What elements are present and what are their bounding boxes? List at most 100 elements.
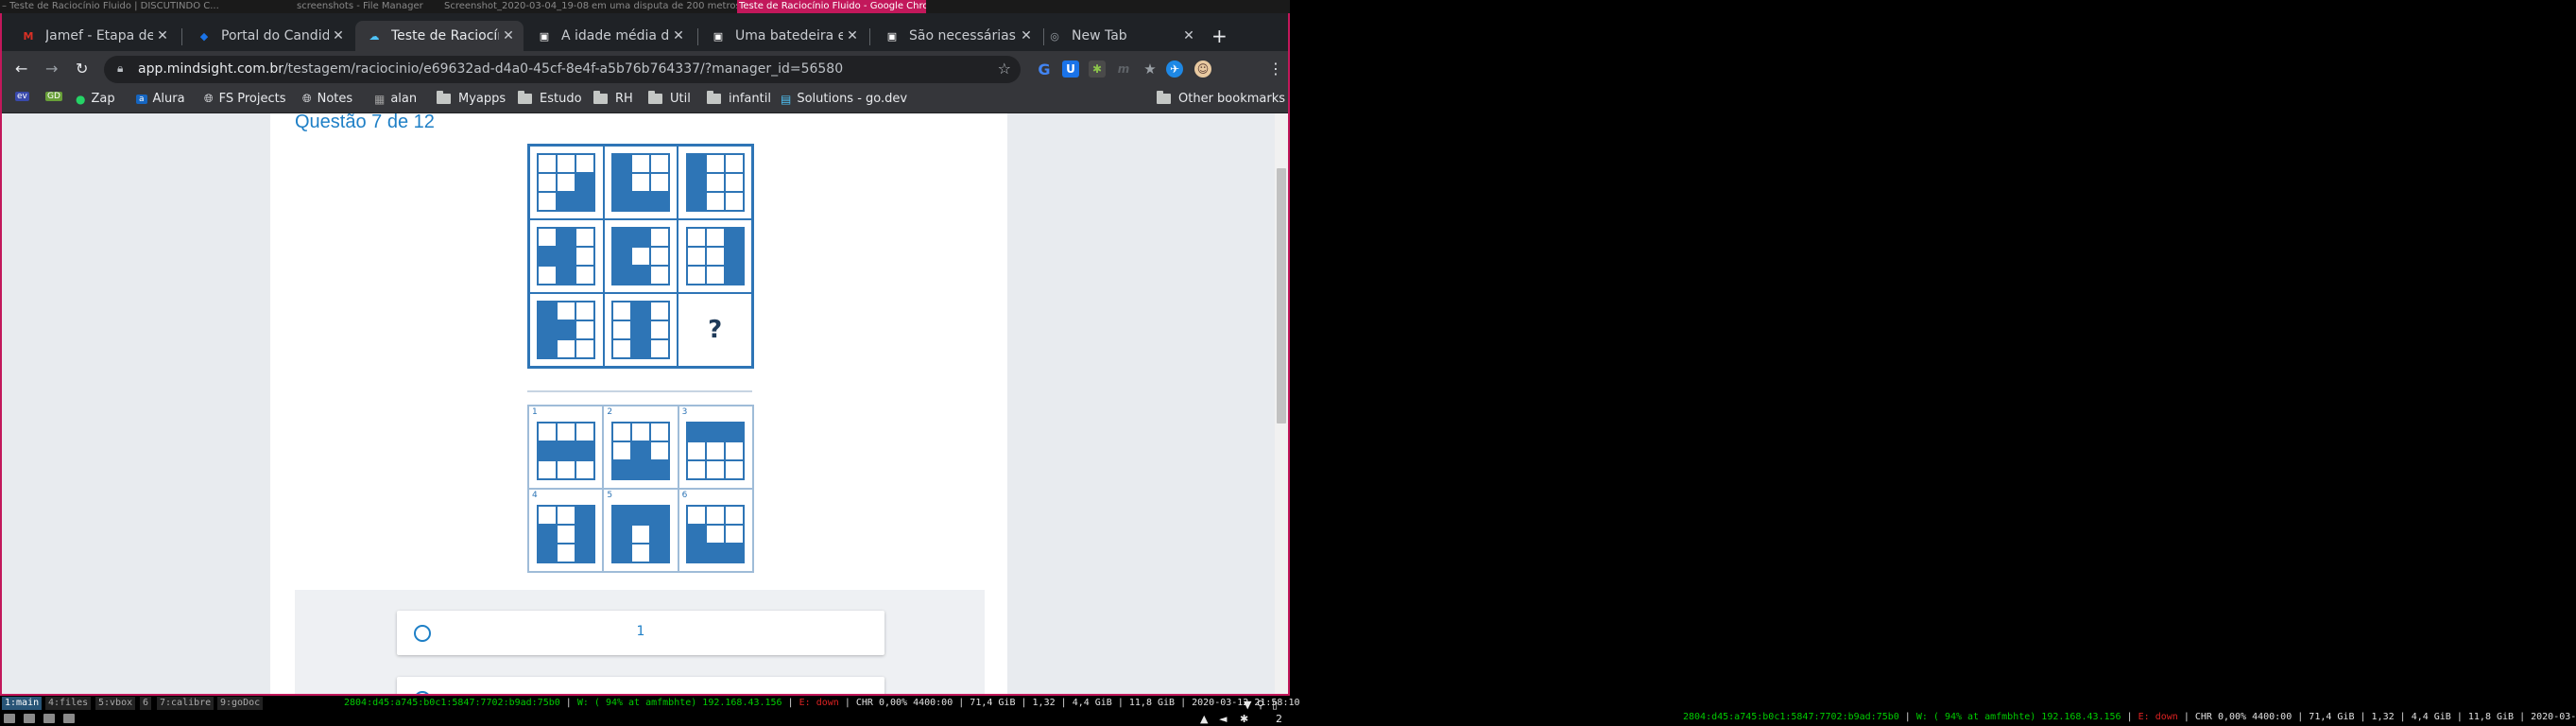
option-figure-cell[interactable]: 3 [678, 406, 753, 489]
tab[interactable]: ▣ São necessárias 3,2 ✕ [873, 21, 1041, 51]
page-content: Questão 7 de 12 ? 1 2 3 4 5 6 1 [2, 113, 1288, 694]
close-icon[interactable]: ✕ [843, 28, 862, 43]
google-icon[interactable]: G [1036, 60, 1053, 78]
app-icon[interactable] [63, 714, 75, 723]
battery-icon[interactable]: ▯ [1272, 699, 1278, 711]
answer-option[interactable]: 1 [397, 611, 884, 655]
bookmark-star-icon[interactable]: ☆ [998, 60, 1011, 78]
tab-active[interactable]: ☁ Teste de Raciocínio ✕ [355, 21, 524, 51]
workspace-button[interactable]: 5:vbox [95, 697, 136, 710]
workspace-button[interactable]: 4:files [45, 697, 92, 710]
filled-square [649, 460, 669, 479]
avatar[interactable]: ☺ [1194, 60, 1211, 78]
new-tab-button[interactable]: + [1211, 26, 1228, 45]
star-extension-icon[interactable]: ★ [1142, 60, 1159, 78]
close-icon[interactable]: ✕ [669, 28, 688, 43]
figure [537, 227, 596, 285]
address-bar[interactable]: 🔒︎ app.mindsight.com.br/testagem/racioci… [104, 56, 1021, 83]
files-icon[interactable] [24, 714, 35, 723]
empty-square [538, 173, 558, 192]
notification-icon[interactable]: ▲ [1200, 713, 1208, 725]
window-icon[interactable] [43, 714, 55, 723]
bookmark-label: Myapps [458, 92, 507, 106]
option-figure-cell[interactable]: 2 [603, 406, 678, 489]
workspace-button[interactable]: 1:main [2, 697, 43, 710]
extension-icon[interactable]: ✱ [1089, 60, 1106, 78]
bookmark-folder-other[interactable]: Other bookmarks [1157, 91, 1285, 106]
tab[interactable]: ▣ A idade média de R ✕ [525, 21, 694, 51]
tab[interactable]: ▣ Uma batedeira esta ✕ [699, 21, 867, 51]
bookmark-alura[interactable]: a Alura [136, 92, 185, 106]
tray-counter[interactable]: 2 [1276, 713, 1282, 725]
tab[interactable]: ◎ New Tab ✕ [1036, 21, 1204, 51]
workspace-button[interactable]: 6 [140, 697, 152, 710]
close-icon[interactable]: ✕ [499, 28, 518, 43]
option-figure-cell[interactable]: 4 [528, 489, 604, 572]
menu-icon[interactable]: ⋮ [1268, 60, 1283, 78]
volume-icon[interactable]: ◄ [1219, 713, 1227, 725]
tab-label: A idade média de R [561, 28, 669, 43]
answer-option[interactable] [397, 677, 884, 694]
empty-square [687, 506, 707, 525]
shield-extension-icon[interactable]: U [1062, 60, 1079, 78]
url-text[interactable]: app.mindsight.com.br/testagem/raciocinio… [138, 61, 843, 77]
empty-square [611, 339, 631, 358]
bookmark-label: Alura [152, 92, 185, 106]
extension-blue-icon[interactable]: ✈ [1166, 60, 1183, 78]
filled-square [611, 173, 631, 192]
empty-square [630, 154, 650, 173]
bookmark-notes[interactable]: 🌐︎ Notes [302, 92, 352, 106]
bookmark-folder-myapps[interactable]: Myapps [437, 91, 507, 106]
close-icon[interactable]: ✕ [153, 28, 172, 43]
bookmark-folder-infantil[interactable]: infantil [707, 91, 771, 106]
wifi-icon[interactable]: ▼ [1244, 699, 1251, 711]
ipv6-status: 2804:d45:a745:b0c1:5847:7702:b9ad:75b0 [1683, 712, 1899, 722]
workspace-button[interactable]: 7:calibre [157, 697, 215, 710]
empty-square [706, 460, 726, 479]
empty-square [687, 460, 707, 479]
filled-square [611, 544, 631, 562]
network-icon[interactable]: ✱ [1240, 713, 1248, 725]
bookmark-folder-estudo[interactable]: Estudo [518, 91, 582, 106]
terminal-icon[interactable] [4, 714, 15, 723]
reload-icon[interactable]: ↻ [76, 60, 88, 78]
tab[interactable]: ◆ Portal do Candidato ✕ [185, 21, 353, 51]
lock-icon: 🔒︎ [117, 61, 124, 75]
window-title[interactable]: – Teste de Raciocínio Fluido | DISCUTIND… [0, 0, 295, 13]
scrollbar-thumb[interactable] [1277, 168, 1286, 424]
tab[interactable]: M Jamef - Etapa de Te ✕ [9, 21, 178, 51]
bookmark-folder-rh[interactable]: RH [593, 91, 633, 106]
bookmark-gd[interactable]: GD [45, 92, 68, 101]
back-icon[interactable]: ← [15, 60, 27, 78]
bookmark-folder-util[interactable]: Util [648, 91, 691, 106]
close-icon[interactable]: ✕ [1179, 28, 1198, 43]
filled-square [575, 173, 595, 192]
extension-m-icon[interactable]: m [1115, 60, 1132, 78]
bookmark-zap[interactable]: ● Zap [76, 92, 115, 106]
bookmark-go-dev[interactable]: ▤ Solutions - go.dev [781, 92, 907, 106]
window-title[interactable]: em uma disputa de 200 metros rasos entre… [590, 0, 737, 13]
close-icon[interactable]: ✕ [1017, 28, 1036, 43]
location-icon[interactable]: ⚲ [1257, 699, 1264, 711]
folder-icon [1157, 91, 1171, 104]
forward-icon[interactable]: → [45, 60, 58, 78]
gmail-icon: M [23, 29, 34, 43]
question-title: Questão 7 de 12 [295, 113, 435, 132]
puzzle-matrix: ? [527, 144, 754, 369]
workspace-button[interactable]: 9:goDoc [217, 697, 264, 710]
option-figure-cell[interactable]: 1 [528, 406, 604, 489]
scrollbar[interactable] [1275, 113, 1288, 694]
close-icon[interactable]: ✕ [329, 28, 348, 43]
window-title[interactable]: screenshots - File Manager [295, 0, 442, 13]
bookmark-fs-projects[interactable]: 🌐︎ FS Projects [204, 92, 286, 106]
bookmark-alan[interactable]: ▦ alan [374, 92, 417, 106]
option-figure-cell[interactable]: 6 [678, 489, 753, 572]
question-mark: ? [708, 316, 723, 344]
bookmark-ev[interactable]: ev [15, 92, 35, 101]
window-title-active[interactable]: Teste de Raciocínio Fluido - Google Chro… [737, 0, 926, 13]
filled-square [575, 441, 594, 460]
empty-square [538, 154, 558, 173]
option-figure-cell[interactable]: 5 [603, 489, 678, 572]
window-title[interactable]: Screenshot_2020-03-04_19-08-38.png - 272… [442, 0, 590, 13]
empty-square [705, 228, 725, 247]
